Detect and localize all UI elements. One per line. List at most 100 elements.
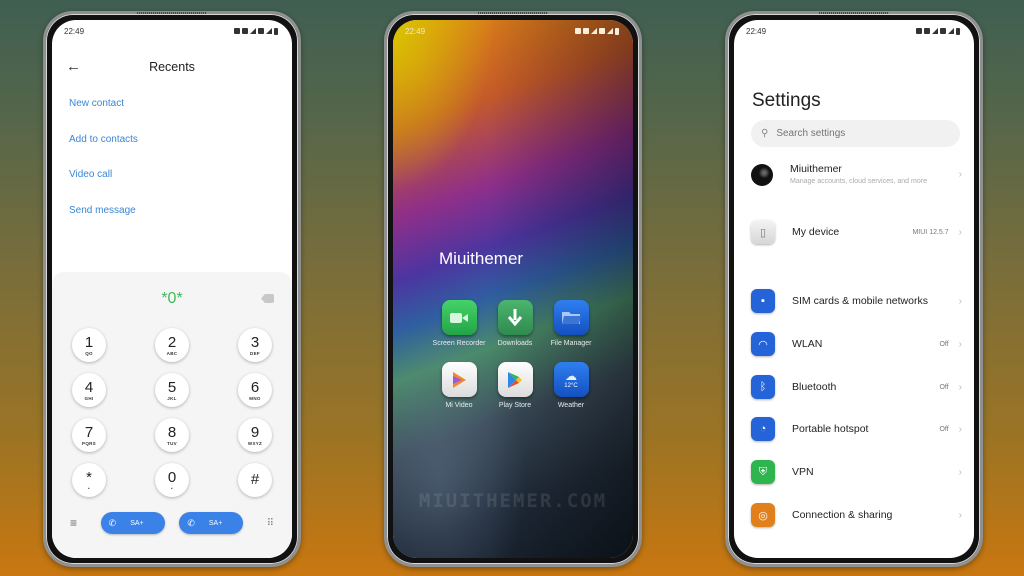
key-star[interactable]: * •	[72, 463, 106, 497]
call-sim2-button[interactable]: ✆ SA+	[179, 512, 244, 534]
battery-icon	[274, 27, 278, 35]
chevron-right-icon: ›	[958, 295, 962, 307]
app-screen-recorder[interactable]: Screen Recorder	[431, 300, 487, 348]
key-8[interactable]: 8 TUV	[155, 418, 189, 452]
key-letters: WXYZ	[247, 440, 263, 446]
send-message-link[interactable]: Send message	[69, 205, 138, 241]
app-label: File Manager	[550, 340, 592, 347]
watermark: MIUITHEMER.COM	[418, 490, 608, 512]
settings-item-vpn[interactable]: ⛨ VPN ›	[751, 460, 962, 484]
status-icons	[575, 27, 619, 35]
signal-icon	[932, 28, 938, 34]
key-2[interactable]: 2 ABC	[155, 328, 189, 362]
key-letters: •	[171, 485, 173, 491]
new-contact-link[interactable]: New contact	[69, 98, 138, 134]
download-arrow-icon	[497, 300, 533, 335]
key-hash[interactable]: #	[238, 463, 272, 497]
sim-card-icon: ▪	[751, 289, 775, 313]
item-value: Off	[939, 425, 949, 433]
key-letters: MNO	[249, 395, 261, 401]
hd-icon	[924, 28, 930, 34]
menu-icon[interactable]: ≡	[70, 516, 86, 530]
signal-icon	[948, 28, 954, 34]
settings-item-text: Portable hotspot	[792, 423, 939, 435]
item-label: Portable hotspot	[792, 423, 869, 435]
connection-sharing-icon: ◎	[751, 503, 775, 527]
app-label: Screen Recorder	[432, 340, 486, 347]
app-label: Play Store	[498, 402, 532, 409]
home-screen: 22:49 Miuithemer Screen Recorder Downloa…	[393, 20, 633, 558]
phone-icon: ✆	[187, 517, 195, 528]
key-letters: •	[88, 485, 90, 491]
key-4[interactable]: 4 GHI	[72, 373, 106, 407]
keypad: 1 QO 2 ABC 3 DEF 4 GHI 5 JKL 6 MNO 7 PQRS 8 TUV …	[72, 328, 272, 497]
key-0[interactable]: 0 •	[155, 463, 189, 497]
key-7[interactable]: 7 PQRS	[72, 418, 106, 452]
settings-item-text: VPN	[792, 466, 949, 478]
settings-item-bluetooth[interactable]: ᛒ Bluetooth Off ›	[751, 375, 962, 399]
settings-item-wlan[interactable]: ◠ WLAN Off ›	[751, 332, 962, 356]
add-to-contacts-link[interactable]: Add to contacts	[69, 134, 138, 170]
chevron-right-icon: ›	[958, 466, 962, 478]
search-input[interactable]	[776, 128, 927, 139]
key-letters: QO	[85, 350, 93, 356]
video-camera-icon	[441, 300, 477, 335]
app-play-store[interactable]: Play Store	[487, 362, 543, 410]
chevron-right-icon: ›	[958, 338, 962, 350]
dialer-bottom-bar: ≡ ✆ SA+ ✆ SA+ ⠿	[70, 512, 274, 534]
settings-item-text: Miuithemer Manage accounts, cloud servic…	[790, 163, 959, 186]
key-5[interactable]: 5 JKL	[155, 373, 189, 407]
hd-icon	[242, 28, 248, 34]
app-grid: Screen Recorder Downloads File Manager M…	[431, 300, 601, 410]
settings-item-account[interactable]: Miuithemer Manage accounts, cloud servic…	[751, 163, 962, 186]
chevron-right-icon: ›	[958, 226, 962, 238]
item-value: Off	[939, 383, 949, 391]
app-weather[interactable]: ☁ 12°C Weather	[543, 362, 599, 410]
key-letters: PQRS	[82, 440, 96, 446]
key-6[interactable]: 6 MNO	[238, 373, 272, 407]
battery-icon	[615, 27, 619, 35]
key-digit: 5	[167, 378, 177, 396]
key-3[interactable]: 3 DEF	[238, 328, 272, 362]
key-digit: 8	[167, 423, 177, 441]
key-9[interactable]: 9 WXYZ	[238, 418, 272, 452]
key-digit: 9	[250, 423, 260, 441]
app-mi-video[interactable]: Mi Video	[431, 362, 487, 410]
dialer-screen: 22:49 ← Recents New contact Add to conta…	[52, 20, 292, 558]
settings-item-sim-cards[interactable]: ▪ SIM cards & mobile networks ›	[751, 289, 962, 313]
app-label: Mi Video	[445, 402, 473, 409]
app-label: Downloads	[497, 340, 533, 347]
search-bar[interactable]: ⚲	[751, 120, 960, 147]
hotspot-icon: ◔	[751, 417, 775, 441]
app-downloads[interactable]: Downloads	[487, 300, 543, 348]
settings-item-text: SIM cards & mobile networks	[792, 295, 949, 307]
signal-icon	[607, 28, 613, 34]
key-letters: ABC	[166, 350, 178, 356]
status-time: 22:49	[746, 26, 767, 36]
keypad-panel: *0* 1 QO 2 ABC 3 DEF 4 GHI 5 JKL 6 MNO 7 PQRS 8…	[52, 272, 292, 558]
hd-icon	[583, 28, 589, 34]
alarm-icon	[575, 28, 581, 34]
weather-temp: 12°C	[564, 383, 578, 389]
dialpad-icon[interactable]: ⠿	[258, 518, 274, 529]
item-label: WLAN	[792, 338, 823, 350]
video-call-link[interactable]: Video call	[69, 169, 138, 205]
call-button-label: SA+	[208, 519, 223, 527]
bluetooth-icon: ᛒ	[751, 375, 775, 399]
item-value: Off	[939, 340, 949, 348]
hd-icon	[599, 28, 605, 34]
key-digit: 7	[84, 423, 94, 441]
settings-item-connection-sharing[interactable]: ◎ Connection & sharing ›	[751, 503, 962, 527]
settings-item-hotspot[interactable]: ◔ Portable hotspot Off ›	[751, 417, 962, 441]
phone-dialer: 22:49 ← Recents New contact Add to conta…	[43, 11, 301, 567]
app-file-manager[interactable]: File Manager	[543, 300, 599, 348]
call-sim1-button[interactable]: ✆ SA+	[100, 512, 165, 534]
settings-item-my-device[interactable]: ▯ My device MIUI 12.5.7 ›	[751, 220, 962, 244]
key-digit: 1	[84, 333, 94, 351]
hd-icon	[258, 28, 264, 34]
key-1[interactable]: 1 QO	[72, 328, 106, 362]
call-button-label: SA+	[130, 519, 144, 527]
key-digit: 3	[250, 333, 260, 351]
chevron-right-icon: ›	[958, 509, 962, 521]
key-digit: 6	[250, 378, 260, 396]
